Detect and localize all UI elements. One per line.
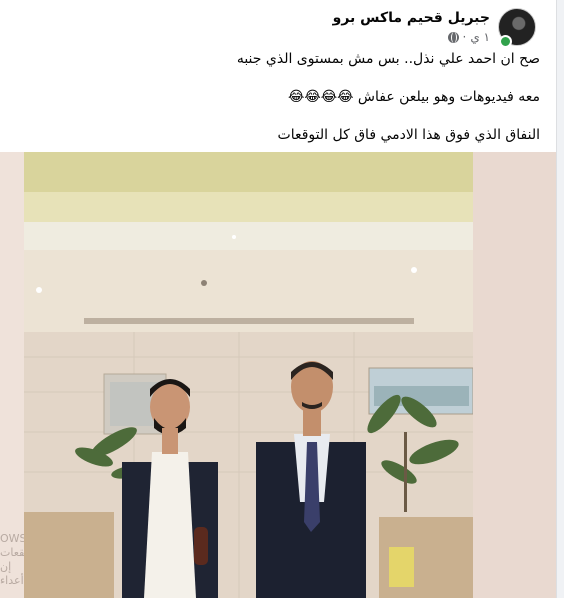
post-line-1: صح ان احمد علي نذل.. بس مش بمستوى الذي ج… — [236, 51, 540, 67]
globe-icon[interactable] — [447, 31, 459, 43]
post-meta: ١ ي · — [447, 30, 490, 44]
photo-padding-right — [473, 152, 556, 598]
online-status-icon — [499, 35, 512, 48]
post-line-2: معه فيديوهات وهو بيلعن عفاش 😂😂😂😂 — [288, 89, 540, 105]
post-time[interactable]: ١ ي — [470, 30, 490, 44]
photo-illustration — [24, 152, 473, 598]
post-card: جبريل قحيم ماكس برو ١ ي · صح ان احمد علي… — [0, 0, 557, 598]
dot-separator: · — [462, 30, 467, 44]
post-photo-container[interactable]: OWS ـقعات إن أعداء — [0, 152, 556, 598]
post-header: جبريل قحيم ماكس برو ١ ي · — [236, 6, 536, 48]
photo-padding-left: OWS ـقعات إن أعداء — [0, 152, 28, 598]
post-text: صح ان احمد علي نذل.. بس مش بمستوى الذي ج… — [20, 50, 540, 164]
post-line-3: النفاق الذي فوق هذا الادمي فاق كل التوقع… — [277, 127, 540, 143]
author-name[interactable]: جبريل قحيم ماكس برو — [333, 10, 490, 26]
post-photo[interactable] — [24, 152, 473, 598]
